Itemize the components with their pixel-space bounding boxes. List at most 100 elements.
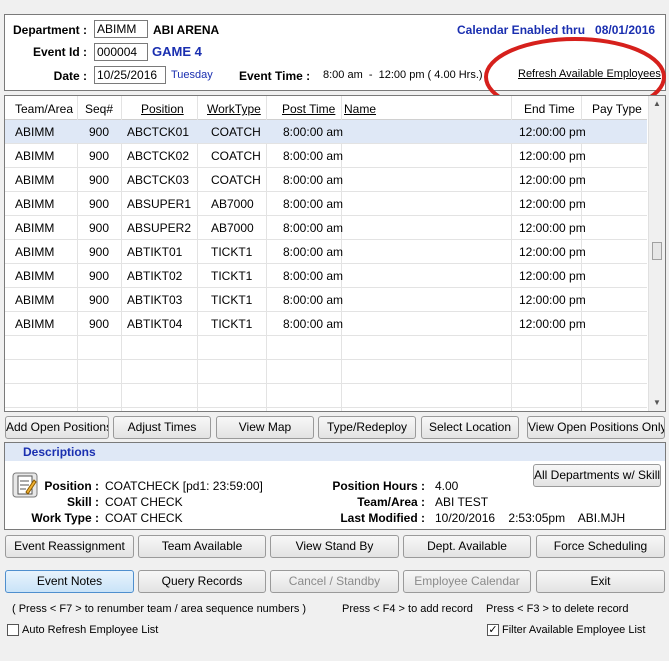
- check-mark-icon: ✓: [488, 624, 498, 636]
- descriptions-title: Descriptions: [23, 445, 96, 459]
- position-hours-value: 4.00: [435, 479, 459, 493]
- cell-position: ABCTCK03: [127, 173, 190, 187]
- cell-worktype: COATCH: [211, 149, 261, 163]
- cell-seq: 900: [89, 269, 110, 283]
- adjust-times-button[interactable]: Adjust Times: [113, 416, 211, 439]
- col-end-time[interactable]: End Time: [524, 102, 575, 116]
- scrollbar-thumb[interactable]: [652, 242, 662, 260]
- cell-team: ABIMM: [15, 317, 55, 331]
- cell-post: 8:00:00 am: [283, 197, 344, 211]
- empty-row: [5, 384, 647, 408]
- cell-end: 12:00:00 pm: [519, 245, 586, 259]
- table-row[interactable]: ABIMM 900 ABSUPER2 AB7000 8:00:00 am 12:00:00…: [5, 216, 647, 240]
- table-row[interactable]: ABIMM 900 ABTIKT01 TICKT1 8:00:00 am 12:00:00…: [5, 240, 647, 264]
- cell-end: 12:00:00 pm: [519, 317, 586, 331]
- work-type-value: COAT CHECK: [105, 511, 183, 525]
- cell-team: ABIMM: [15, 221, 55, 235]
- cell-end: 12:00:00 pm: [519, 221, 586, 235]
- last-modified-label: Last Modified :: [340, 511, 425, 525]
- cell-seq: 900: [89, 293, 110, 307]
- view-map-button[interactable]: View Map: [216, 416, 314, 439]
- scroll-down-arrow-icon[interactable]: ▼: [653, 398, 661, 407]
- cell-team: ABIMM: [15, 269, 55, 283]
- col-team-area[interactable]: Team/Area: [15, 102, 73, 116]
- col-seq[interactable]: Seq#: [85, 102, 113, 116]
- query-records-button[interactable]: Query Records: [138, 570, 266, 593]
- cell-seq: 900: [89, 317, 110, 331]
- col-name[interactable]: Name: [344, 102, 376, 116]
- cell-team: ABIMM: [15, 125, 55, 139]
- f7-hint: ( Press < F7 > to renumber team / area s…: [12, 603, 307, 615]
- exit-button[interactable]: Exit: [536, 570, 665, 593]
- day-of-week: Tuesday: [171, 69, 213, 81]
- table-row[interactable]: ABIMM 900 ABCTCK03 COATCH 8:00:00 am 12:00:00…: [5, 168, 647, 192]
- grid-vertical-scrollbar[interactable]: ▲ ▼: [648, 96, 665, 411]
- cell-worktype: AB7000: [211, 197, 254, 211]
- positions-grid[interactable]: Team/Area Seq# Position WorkType Post Ti…: [4, 95, 666, 412]
- cell-post: 8:00:00 am: [283, 269, 344, 283]
- filter-available-checkbox[interactable]: ✓: [487, 624, 499, 636]
- last-modified-value: 10/20/2016 2:53:05pm ABI.MJH: [435, 511, 626, 525]
- team-available-button[interactable]: Team Available: [138, 535, 266, 558]
- cell-post: 8:00:00 am: [283, 317, 344, 331]
- work-type-label: Work Type :: [31, 511, 99, 525]
- cell-end: 12:00:00 pm: [519, 197, 586, 211]
- cell-post: 8:00:00 am: [283, 293, 344, 307]
- table-row[interactable]: ABIMM 900 ABCTCK01 COATCH 8:00:00 am 12:00:00…: [5, 120, 647, 144]
- cell-team: ABIMM: [15, 197, 55, 211]
- cell-team: ABIMM: [15, 149, 55, 163]
- cell-post: 8:00:00 am: [283, 125, 344, 139]
- position-hours-label: Position Hours :: [332, 479, 425, 493]
- dept-available-button[interactable]: Dept. Available: [403, 535, 531, 558]
- cell-post: 8:00:00 am: [283, 221, 344, 235]
- position-label: Position :: [44, 479, 99, 493]
- cell-position: ABCTCK01: [127, 125, 190, 139]
- event-name: GAME 4: [152, 44, 202, 59]
- cell-worktype: TICKT1: [211, 245, 253, 259]
- view-open-positions-only-button[interactable]: View Open Positions Only: [527, 416, 665, 439]
- cell-seq: 900: [89, 125, 110, 139]
- cancel-standby-button[interactable]: Cancel / Standby: [270, 570, 399, 593]
- table-row[interactable]: ABIMM 900 ABCTCK02 COATCH 8:00:00 am 12:00:00…: [5, 144, 647, 168]
- department-name: ABI ARENA: [153, 23, 220, 37]
- col-position[interactable]: Position: [141, 102, 184, 116]
- date-label: Date :: [53, 69, 87, 83]
- add-open-positions-button[interactable]: Add Open Positions: [5, 416, 109, 439]
- col-pay-type[interactable]: Pay Type: [592, 102, 642, 116]
- auto-refresh-checkbox[interactable]: [7, 624, 19, 636]
- cell-post: 8:00:00 am: [283, 149, 344, 163]
- table-row[interactable]: ABIMM 900 ABTIKT02 TICKT1 8:00:00 am 12:00:00…: [5, 264, 647, 288]
- col-worktype[interactable]: WorkType: [207, 102, 261, 116]
- select-location-button[interactable]: Select Location: [421, 416, 519, 439]
- cell-team: ABIMM: [15, 173, 55, 187]
- event-time-label: Event Time :: [239, 69, 311, 83]
- view-stand-by-button[interactable]: View Stand By: [270, 535, 399, 558]
- cell-seq: 900: [89, 197, 110, 211]
- department-label: Department :: [12, 23, 87, 37]
- cell-post: 8:00:00 am: [283, 173, 344, 187]
- cell-worktype: TICKT1: [211, 317, 253, 331]
- skill-label: Skill :: [66, 495, 99, 509]
- all-departments-with-skill-button[interactable]: All Departments w/ Skill: [533, 464, 661, 487]
- scroll-up-arrow-icon[interactable]: ▲: [653, 99, 661, 108]
- date-field[interactable]: 10/25/2016: [94, 66, 166, 84]
- event-notes-button[interactable]: Event Notes: [5, 570, 134, 593]
- force-scheduling-button[interactable]: Force Scheduling: [536, 535, 665, 558]
- skill-value: COAT CHECK: [105, 495, 183, 509]
- cell-worktype: COATCH: [211, 125, 261, 139]
- table-row[interactable]: ABIMM 900 ABTIKT04 TICKT1 8:00:00 am 12:00:00…: [5, 312, 647, 336]
- col-post-time[interactable]: Post Time: [282, 102, 335, 116]
- empty-row: [5, 336, 647, 360]
- cell-seq: 900: [89, 221, 110, 235]
- event-id-field[interactable]: 000004: [94, 43, 148, 61]
- cell-worktype: COATCH: [211, 173, 261, 187]
- employee-calendar-button[interactable]: Employee Calendar: [403, 570, 531, 593]
- department-code-field[interactable]: ABIMM: [94, 20, 148, 38]
- table-row[interactable]: ABIMM 900 ABSUPER1 AB7000 8:00:00 am 12:00:00…: [5, 192, 647, 216]
- event-reassignment-button[interactable]: Event Reassignment: [5, 535, 134, 558]
- cell-worktype: AB7000: [211, 221, 254, 235]
- type-redeploy-button[interactable]: Type/Redeploy: [318, 416, 416, 439]
- auto-refresh-label: Auto Refresh Employee List: [22, 624, 159, 636]
- position-value: COATCHECK [pd1: 23:59:00]: [105, 479, 263, 493]
- table-row[interactable]: ABIMM 900 ABTIKT03 TICKT1 8:00:00 am 12:00:00…: [5, 288, 647, 312]
